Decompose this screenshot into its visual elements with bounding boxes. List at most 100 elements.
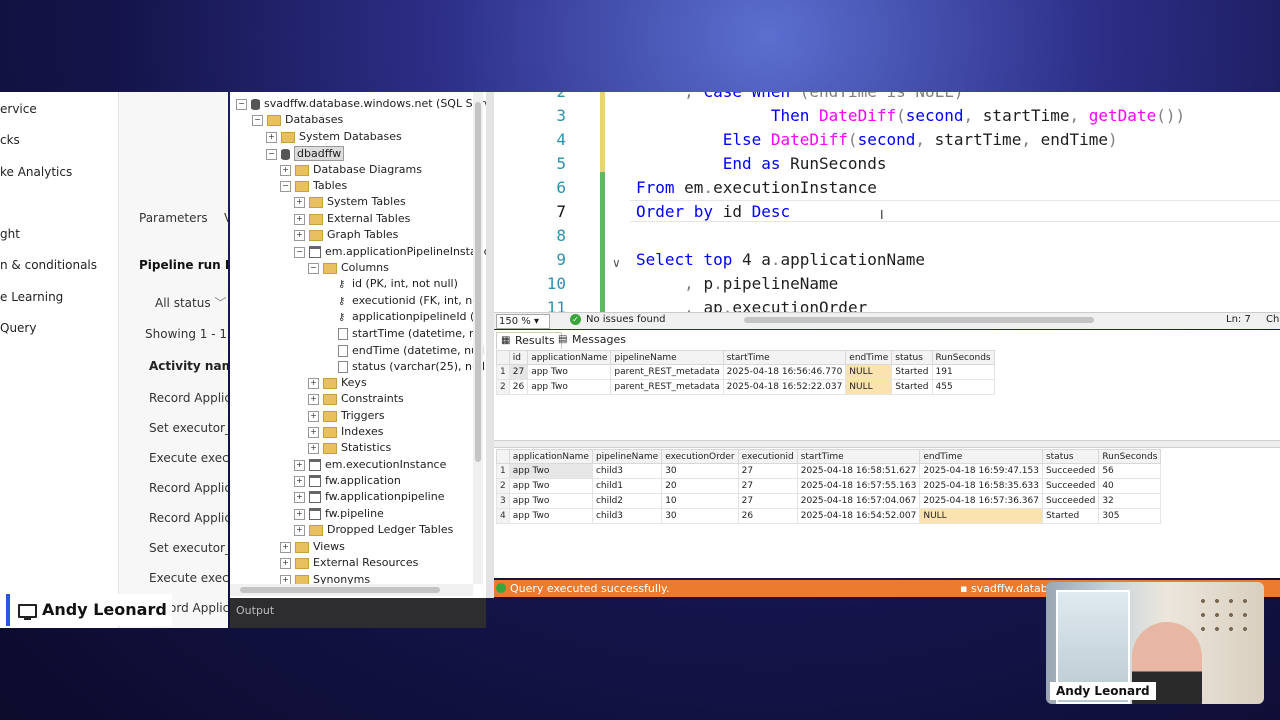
columns-node[interactable]: − Columns bbox=[308, 260, 389, 276]
collapse-icon[interactable]: − bbox=[252, 114, 263, 126]
table-cell[interactable]: 56 bbox=[1098, 463, 1162, 479]
column-node[interactable]: ⚷ executionid (FK, int, not bbox=[338, 293, 483, 309]
external-resources-node[interactable]: + External Resources bbox=[280, 555, 418, 571]
constraints-node[interactable]: + Constraints bbox=[308, 391, 404, 407]
expand-icon[interactable]: + bbox=[308, 426, 319, 438]
table-cell[interactable]: app Two bbox=[508, 493, 593, 509]
table-cell[interactable]: Started bbox=[1041, 508, 1100, 524]
table-cell[interactable]: app Two bbox=[508, 463, 593, 479]
table-cell[interactable]: 27 bbox=[737, 478, 798, 494]
table-cell[interactable]: 305 bbox=[1098, 508, 1162, 524]
column-node[interactable]: status (varchar(25), null) bbox=[338, 359, 486, 375]
indexes-node[interactable]: + Indexes bbox=[308, 424, 383, 440]
zoom-select[interactable]: 150 % ▾ bbox=[496, 314, 550, 329]
parameters-tab[interactable]: Parameters bbox=[139, 211, 208, 225]
table-cell[interactable]: Started bbox=[891, 364, 933, 380]
collapse-region-icon[interactable]: ∨ bbox=[612, 256, 621, 270]
diagrams-node[interactable]: + Database Diagrams bbox=[280, 162, 422, 178]
expand-icon[interactable]: + bbox=[294, 475, 305, 487]
results-grid-2[interactable]: applicationName pipelineName executionOr… bbox=[496, 449, 1162, 524]
expand-icon[interactable]: + bbox=[308, 377, 319, 389]
table-cell[interactable]: 2025-04-18 16:56:46.770 bbox=[722, 364, 847, 380]
table-cell[interactable]: 2025-04-18 16:52:22.037 bbox=[722, 379, 847, 395]
expand-icon[interactable]: + bbox=[280, 557, 291, 569]
table-cell[interactable]: child3 bbox=[591, 463, 663, 479]
table-cell[interactable]: 2025-04-18 16:54:52.007 bbox=[796, 508, 921, 524]
expand-icon[interactable]: + bbox=[280, 541, 291, 553]
activity-row[interactable]: ord Applica bbox=[169, 601, 228, 615]
expand-icon[interactable]: + bbox=[280, 164, 291, 176]
tab-results[interactable]: ▦ Results bbox=[496, 332, 562, 349]
table-cell[interactable]: 26 bbox=[508, 379, 529, 395]
scroll-thumb[interactable] bbox=[475, 102, 481, 462]
column-header[interactable]: status bbox=[1041, 449, 1100, 464]
column-header[interactable]: startTime bbox=[722, 350, 847, 365]
expand-icon[interactable]: + bbox=[294, 524, 305, 536]
activity-row[interactable]: Set executor_st bbox=[149, 421, 228, 435]
activity-row[interactable]: Record Applica bbox=[149, 481, 228, 495]
column-header[interactable]: RunSeconds bbox=[931, 350, 995, 365]
output-panel-tab[interactable]: Output bbox=[230, 598, 486, 628]
table-cell[interactable]: NULL bbox=[845, 364, 893, 380]
table-row[interactable]: 3 app Two child2 10 27 2025-04-18 16:57:… bbox=[496, 493, 1162, 509]
dropped-ledger-node[interactable]: + Dropped Ledger Tables bbox=[294, 522, 453, 538]
expand-icon[interactable]: + bbox=[308, 442, 319, 454]
nav-item[interactable]: cks bbox=[0, 133, 20, 147]
column-node[interactable]: ⚷ id (PK, int, not null) bbox=[338, 276, 458, 292]
nav-item[interactable]: ervice bbox=[0, 102, 37, 116]
expand-icon[interactable]: + bbox=[266, 131, 277, 143]
column-node[interactable]: ⚷ applicationpipelineId (F bbox=[338, 309, 481, 325]
editor-hscroll-thumb[interactable] bbox=[744, 317, 1094, 323]
table-cell[interactable]: 2025-04-18 16:57:36.367 bbox=[919, 493, 1043, 509]
graph-tables-node[interactable]: + Graph Tables bbox=[294, 227, 398, 243]
expand-icon[interactable]: + bbox=[294, 491, 305, 503]
column-header[interactable]: applicationName bbox=[527, 350, 612, 365]
table-cell[interactable]: 2025-04-18 16:58:51.627 bbox=[796, 463, 921, 479]
keys-node[interactable]: + Keys bbox=[308, 375, 367, 391]
table-cell[interactable]: app Two bbox=[527, 364, 612, 380]
collapse-icon[interactable]: − bbox=[266, 148, 277, 160]
statistics-node[interactable]: + Statistics bbox=[308, 440, 391, 456]
grid-splitter[interactable] bbox=[494, 440, 1280, 448]
column-header[interactable]: endTime bbox=[845, 350, 893, 365]
table-node[interactable]: − em.applicationPipelineInstanc bbox=[294, 244, 486, 260]
table-node[interactable]: + fw.applicationpipeline bbox=[294, 489, 444, 505]
table-row[interactable]: 2 app Two child1 20 27 2025-04-18 16:57:… bbox=[496, 478, 1162, 494]
table-row[interactable]: 4 app Two child3 30 26 2025-04-18 16:54:… bbox=[496, 508, 1162, 524]
expand-icon[interactable]: + bbox=[294, 213, 305, 225]
pane-splitter[interactable] bbox=[486, 92, 494, 598]
column-header[interactable]: id bbox=[508, 350, 529, 365]
column-header[interactable]: executionOrder bbox=[661, 449, 739, 464]
table-cell[interactable]: parent_REST_metadata bbox=[610, 364, 724, 380]
nav-item[interactable]: n & conditionals bbox=[0, 258, 97, 272]
table-cell[interactable]: app Two bbox=[508, 478, 593, 494]
table-cell[interactable]: 27 bbox=[737, 493, 798, 509]
column-header[interactable]: startTime bbox=[796, 449, 921, 464]
table-cell[interactable]: 2025-04-18 16:58:35.633 bbox=[919, 478, 1043, 494]
tables-node[interactable]: − Tables bbox=[280, 178, 347, 194]
table-cell[interactable]: 27 bbox=[737, 463, 798, 479]
expand-icon[interactable]: + bbox=[308, 410, 319, 422]
table-cell[interactable]: child2 bbox=[591, 493, 663, 509]
table-cell[interactable]: 30 bbox=[661, 463, 739, 479]
table-cell[interactable]: 2025-04-18 16:57:04.067 bbox=[796, 493, 921, 509]
table-cell[interactable]: 20 bbox=[661, 478, 739, 494]
table-cell[interactable]: child3 bbox=[591, 508, 663, 524]
table-row[interactable]: 1 27 app Two parent_REST_metadata 2025-0… bbox=[496, 364, 995, 380]
table-cell[interactable]: Succeeded bbox=[1041, 463, 1100, 479]
activity-row[interactable]: Set executor_st bbox=[149, 541, 228, 555]
activity-row[interactable]: Execute execut bbox=[149, 571, 228, 585]
table-cell[interactable]: 191 bbox=[931, 364, 995, 380]
table-cell[interactable]: NULL bbox=[845, 379, 893, 395]
table-cell[interactable]: 2025-04-18 16:57:55.163 bbox=[796, 478, 921, 494]
status-filter[interactable]: All status ﹀ bbox=[155, 294, 226, 311]
nav-item[interactable]: ke Analytics bbox=[0, 165, 72, 179]
activity-row[interactable]: Record Applica bbox=[149, 391, 228, 405]
table-cell[interactable]: 32 bbox=[1098, 493, 1162, 509]
column-node[interactable]: endTime (datetime, null bbox=[338, 343, 484, 359]
expand-icon[interactable]: + bbox=[308, 393, 319, 405]
column-header[interactable]: executionid bbox=[737, 449, 798, 464]
triggers-node[interactable]: + Triggers bbox=[308, 408, 385, 424]
table-row[interactable]: 1 app Two child3 30 27 2025-04-18 16:58:… bbox=[496, 463, 1162, 479]
external-tables-node[interactable]: + External Tables bbox=[294, 211, 410, 227]
